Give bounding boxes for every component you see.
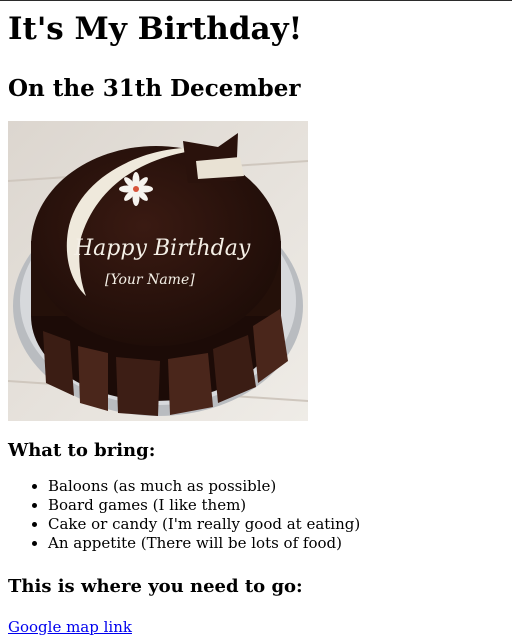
list-item: Baloons (as much as possible) bbox=[48, 477, 504, 496]
where-heading: This is where you need to go: bbox=[8, 576, 303, 597]
google-map-link[interactable]: Google map link bbox=[8, 618, 132, 636]
cake-image: Happy Birthday [Your Name] bbox=[7, 121, 309, 421]
bring-list: Baloons (as much as possible) Board game… bbox=[8, 477, 504, 553]
list-item: An appetite (There will be lots of food) bbox=[48, 534, 504, 553]
link-paragraph: Google map link bbox=[8, 617, 504, 637]
cake-text-happy-birthday: Happy Birthday bbox=[73, 236, 251, 261]
what-to-bring-heading: What to bring: bbox=[8, 440, 156, 461]
page-title: It's My Birthday! bbox=[8, 11, 303, 47]
list-item: Cake or candy (I'm really good at eating… bbox=[48, 515, 504, 534]
date-heading: On the 31th December bbox=[8, 75, 301, 102]
list-item: Board games (I like them) bbox=[48, 496, 504, 515]
cake-text-your-name: [Your Name] bbox=[105, 272, 195, 288]
